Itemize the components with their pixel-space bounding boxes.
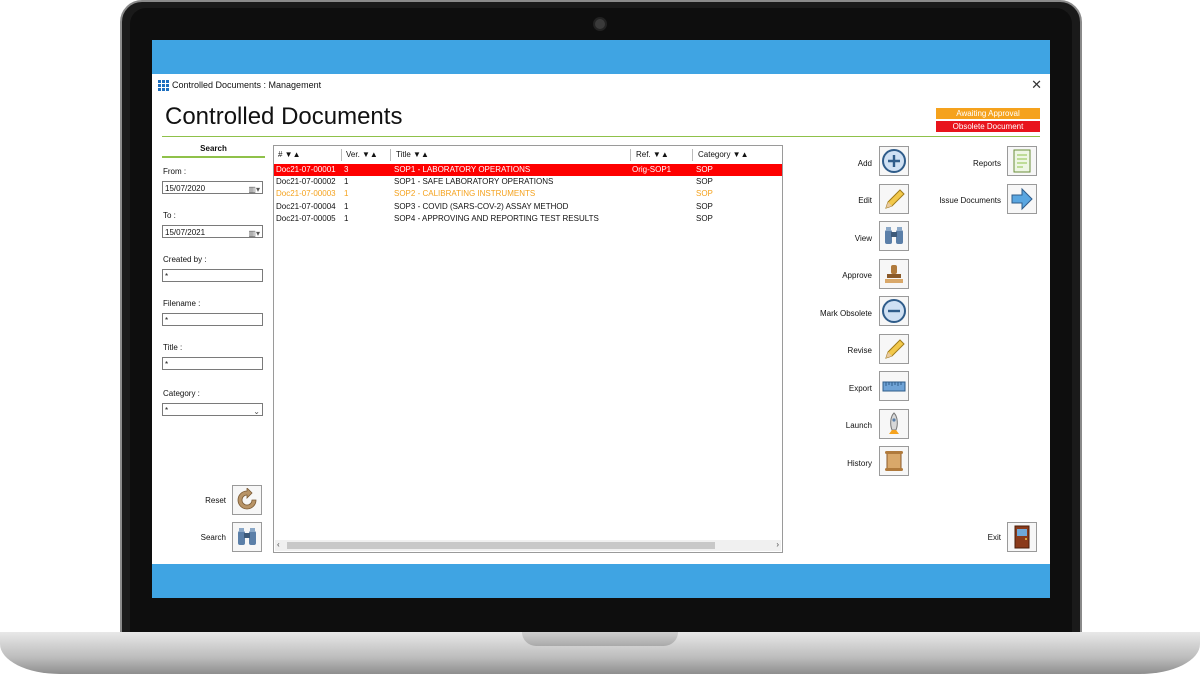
approve-button[interactable] [879, 259, 909, 289]
col-header-ref[interactable]: Ref. ▼▲ [636, 150, 669, 159]
reports-button[interactable] [1007, 146, 1037, 176]
stamp-icon [885, 265, 903, 283]
to-label: To : [163, 211, 176, 220]
edit-label: Edit [858, 196, 872, 205]
window-title: Controlled Documents : Management [172, 80, 322, 90]
calendar-dropdown-icon[interactable]: ▥▾ [248, 183, 260, 196]
launch-label: Launch [845, 421, 872, 430]
from-date-value: 15/07/2020 [165, 184, 206, 193]
search-panel-title: Search [162, 144, 265, 158]
report-document-icon [1013, 149, 1031, 173]
obsolete-document-legend: Obsolete Document [936, 121, 1040, 132]
reports-label: Reports [972, 159, 1001, 168]
category-label: Category : [163, 389, 200, 398]
header-divider [162, 136, 1040, 137]
launch-button[interactable] [879, 409, 909, 439]
view-button[interactable] [879, 221, 909, 251]
top-blue-bar [152, 40, 1050, 74]
table-row[interactable]: Doc21-07-00002 1 SOP1 - SAFE LABORATORY … [274, 176, 782, 188]
export-label: Export [848, 384, 872, 393]
screen: Controlled Documents : Management ✕ Cont… [152, 40, 1050, 598]
door-icon [1014, 525, 1030, 549]
category-value: * [165, 406, 169, 415]
laptop-notch [522, 632, 678, 646]
search-panel: Search [162, 144, 265, 158]
plus-circle-icon [882, 149, 906, 173]
page-title: Controlled Documents [165, 103, 403, 130]
title-label: Title : [163, 343, 183, 352]
chevron-down-icon: ⌄ [253, 407, 260, 416]
mark-obsolete-button[interactable] [879, 296, 909, 326]
reset-label: Reset [205, 496, 226, 505]
table-row[interactable]: Doc21-07-00001 3 SOP1 - LABORATORY OPERA… [274, 164, 782, 176]
documents-table[interactable]: # ▼▲ Ver. ▼▲ Title ▼▲ Ref. ▼▲ Category ▼… [273, 145, 783, 553]
from-label: From : [163, 167, 187, 176]
col-header-number[interactable]: # ▼▲ [278, 150, 301, 159]
binoculars-icon [238, 528, 256, 545]
revise-button[interactable] [879, 334, 909, 364]
table-row[interactable]: Doc21-07-00005 1 SOP4 - APPROVING AND RE… [274, 213, 782, 225]
issue-documents-button[interactable] [1007, 184, 1037, 214]
category-select[interactable]: * ⌄ [162, 403, 263, 416]
exit-label: Exit [987, 533, 1001, 542]
issue-documents-label: Issue Documents [939, 196, 1001, 205]
edit-button[interactable] [879, 184, 909, 214]
table-header: # ▼▲ Ver. ▼▲ Title ▼▲ Ref. ▼▲ Category ▼… [274, 149, 782, 161]
col-header-title[interactable]: Title ▼▲ [396, 150, 429, 159]
col-header-version[interactable]: Ver. ▼▲ [346, 150, 378, 159]
search-label: Search [200, 533, 226, 542]
minus-circle-icon [882, 299, 906, 323]
filename-input[interactable]: * [162, 313, 263, 326]
approve-label: Approve [842, 271, 872, 280]
to-date-field[interactable]: 15/07/2021 ▥▾ [162, 225, 263, 238]
webcam [593, 17, 607, 31]
search-button[interactable] [232, 522, 262, 552]
pencil-icon [885, 339, 905, 359]
revise-label: Revise [847, 346, 872, 355]
view-label: View [854, 234, 872, 243]
created-by-input[interactable]: * [162, 269, 263, 282]
rocket-icon [889, 412, 899, 434]
scroll-left-icon[interactable]: ‹ [277, 540, 280, 549]
horizontal-scrollbar[interactable]: ‹ › [275, 540, 781, 551]
table-row[interactable]: Doc21-07-00003 1 SOP2 - CALIBRATING INST… [274, 188, 782, 200]
export-button[interactable] [879, 371, 909, 401]
reset-button[interactable] [232, 485, 262, 515]
arrow-right-icon [1011, 187, 1033, 211]
created-by-label: Created by : [163, 255, 207, 264]
ruler-icon [882, 381, 906, 392]
bottom-blue-bar [152, 564, 1050, 598]
calendar-dropdown-icon[interactable]: ▥▾ [248, 227, 260, 240]
add-button[interactable] [879, 146, 909, 176]
mark-obsolete-label: Mark Obsolete [819, 309, 872, 318]
binoculars-icon [885, 227, 903, 244]
to-date-value: 15/07/2021 [165, 228, 206, 237]
app-window: Controlled Documents : Management ✕ Cont… [152, 74, 1050, 564]
history-button[interactable] [879, 446, 909, 476]
history-label: History [847, 459, 872, 468]
filename-label: Filename : [163, 299, 201, 308]
col-header-category[interactable]: Category ▼▲ [698, 150, 749, 159]
table-row[interactable]: Doc21-07-00004 1 SOP3 - COVID (SARS-COV-… [274, 201, 782, 213]
app-grid-icon [158, 80, 169, 91]
from-date-field[interactable]: 15/07/2020 ▥▾ [162, 181, 263, 194]
scroll-right-icon[interactable]: › [776, 540, 779, 549]
pencil-icon [885, 189, 905, 209]
title-input[interactable]: * [162, 357, 263, 370]
close-icon[interactable]: ✕ [1031, 77, 1042, 93]
exit-button[interactable] [1007, 522, 1037, 552]
title-bar: Controlled Documents : Management [158, 78, 321, 92]
scroll-icon [885, 451, 903, 471]
refresh-icon [237, 488, 257, 510]
scrollbar-thumb[interactable] [287, 542, 715, 549]
add-label: Add [857, 159, 872, 168]
awaiting-approval-legend: Awaiting Approval [936, 108, 1040, 119]
